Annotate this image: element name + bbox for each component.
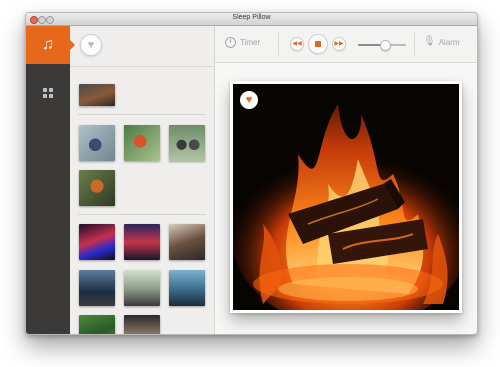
player-area: Timer ◀◀ ▶▶ 🎙 Alarm ♥ [215,26,477,334]
next-button[interactable]: ▶▶ [332,37,346,51]
toolbar-divider [414,33,415,55]
timer-icon [225,37,236,48]
section-divider [78,214,206,215]
timer-button[interactable]: Timer [225,37,260,48]
thumbnail-bird[interactable] [79,170,115,206]
thumbnail-campfire[interactable] [79,84,115,106]
stop-icon [315,41,321,47]
favorites-button[interactable]: ♥ [80,34,102,56]
grid-icon [43,88,53,98]
thumbnail-city[interactable] [79,224,115,260]
sidebar-item-music[interactable]: ♫ [26,26,70,64]
microphone-icon: 🎙 [423,36,436,47]
title-bar: Sleep Pillow [26,13,477,26]
toolbar: Timer ◀◀ ▶▶ 🎙 Alarm [215,26,477,63]
timer-label: Timer [240,38,261,47]
previous-button[interactable]: ◀◀ [290,37,304,51]
thumbnail-city[interactable] [169,270,205,306]
music-note-icon: ♫ [42,36,54,53]
thumbnail-city[interactable] [169,224,205,260]
thumbnail-bird[interactable] [169,125,205,161]
thumbnail-city[interactable] [79,270,115,306]
section-divider [78,114,206,115]
scene-photo-card[interactable]: ♥ [230,81,462,313]
favorite-toggle[interactable]: ♥ [240,91,258,109]
app-window: Sleep Pillow ♫ ♥ Timer ◀◀ ▶▶ 🎙 Alarm ♥ [25,12,478,335]
thumbnail-bird[interactable] [79,125,115,161]
rewind-icon: ◀◀ [292,41,302,47]
window-title: Sleep Pillow [232,14,271,21]
campfire-image: ♥ [233,84,459,310]
thumbnail-panel: ♥ [70,26,215,334]
alarm-label: Alarm [438,37,460,47]
toolbar-divider [278,33,279,55]
thumbnail-city[interactable] [124,315,160,334]
volume-slider[interactable] [358,40,406,51]
sidebar-item-grid[interactable] [26,78,70,108]
thumbnail-city[interactable] [124,270,160,306]
alarm-button[interactable]: 🎙 Alarm [423,37,460,47]
heart-icon: ♥ [245,94,253,106]
fast-forward-icon: ▶▶ [334,41,344,47]
heart-icon: ♥ [87,39,95,51]
selected-pointer [70,40,75,50]
thumbnail-city[interactable] [79,315,115,334]
thumbnail-bird[interactable] [124,125,160,161]
volume-knob[interactable] [380,40,392,51]
divider [70,66,214,67]
thumbnail-city[interactable] [124,224,160,260]
sidebar-rail: ♫ [26,26,70,334]
stop-button[interactable] [308,34,328,54]
fire-illustration [233,84,459,310]
